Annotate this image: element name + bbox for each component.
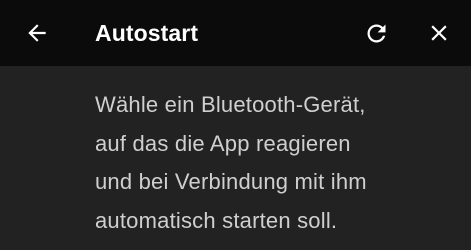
refresh-button[interactable]: [353, 10, 399, 56]
app-bar: Autostart: [0, 0, 471, 66]
close-button[interactable]: [416, 10, 462, 56]
page-title: Autostart: [95, 20, 199, 46]
arrow-back-icon: [28, 24, 46, 42]
description-section: Wähle ein Bluetooth-Gerät, auf das die A…: [95, 86, 455, 240]
description-line: Wähle ein Bluetooth-Gerät,: [95, 92, 366, 117]
close-icon: [431, 25, 447, 41]
description-line: und bei Verbindung mit ihm: [95, 169, 367, 194]
description-line: auf das die App reagieren: [95, 130, 351, 156]
description-line: automatisch starten soll.: [95, 207, 338, 233]
refresh-icon: [367, 24, 385, 42]
back-button[interactable]: [14, 10, 60, 56]
description-text: Wähle ein Bluetooth-Gerät, auf das die A…: [95, 86, 455, 240]
autostart-screen: Autostart Wähle ein Bluetooth-Gerät, auf…: [0, 0, 471, 250]
